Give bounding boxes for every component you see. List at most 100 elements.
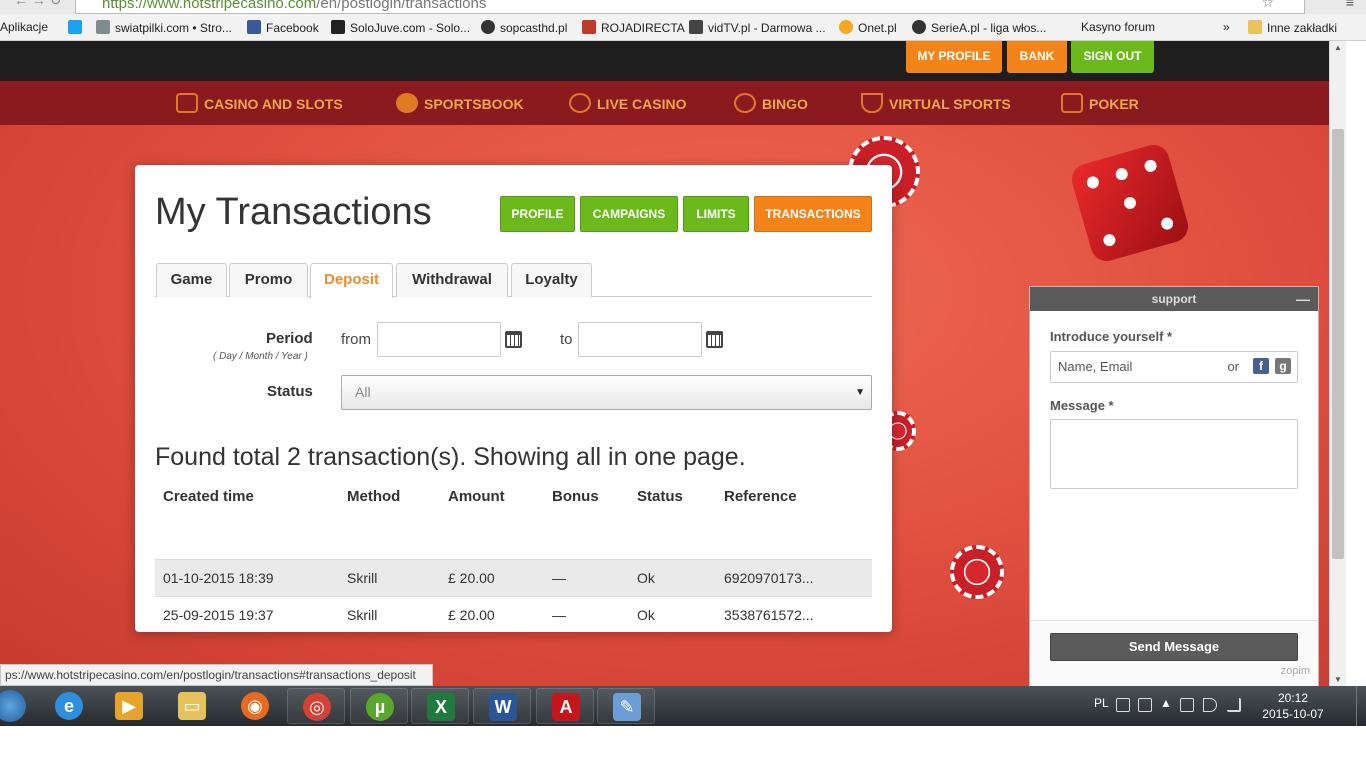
taskbar-word[interactable]: W [473,688,531,724]
from-date-input[interactable] [377,322,501,357]
limits-button[interactable]: LIMITS [683,196,749,232]
back-forward-icon[interactable]: ← → ↻ [14,0,62,9]
nav-live-casino[interactable]: LIVE CASINO [569,93,686,113]
slot-machine-icon [176,93,198,113]
taskbar-utorrent[interactable]: µ [350,688,408,724]
internet-explorer-icon: e [55,692,83,720]
soccer-ball-icon [912,20,926,34]
nav-sportsbook[interactable]: SPORTSBOOK [396,93,524,113]
scroll-down-icon[interactable]: ▼ [1334,675,1342,684]
bookmark-facebook[interactable]: Facebook [247,20,319,35]
from-calendar-icon[interactable] [505,331,522,348]
url-path: /en/postlogin/transactions [316,0,487,12]
taskbar-file-explorer[interactable]: ▭ [163,688,221,724]
bookmark-apps[interactable]: Aplikacje [0,20,48,34]
status-select-value: All [355,384,371,400]
bookmark-rojadirecta[interactable]: ROJADIRECTA [582,20,685,35]
period-label: Period [266,330,313,347]
cell-created-time: 01-10-2015 18:39 [163,570,274,586]
my-profile-button[interactable]: MY PROFILE [906,41,1002,73]
profile-button[interactable]: PROFILE [500,196,575,232]
tab-game[interactable]: Game [156,263,227,297]
show-desktop-button[interactable] [1356,686,1366,726]
cell-method: Skrill [347,607,378,623]
name-email-input[interactable]: Name, Email or f g [1050,351,1298,383]
tray-expand-icon[interactable]: ▲ [1160,696,1172,710]
tab-promo[interactable]: Promo [229,263,308,297]
address-bar[interactable]: https://www.hotstripecasino.com/en/postl… [75,0,1305,14]
taskbar-excel[interactable]: X [411,688,469,724]
browser-menu-icon[interactable]: ≡ [1346,0,1354,10]
bookmarks-overflow[interactable]: » [1223,20,1230,34]
bookmark-seriea[interactable]: SerieA.pl - liga włos... [912,20,1046,35]
found-summary: Found total 2 transaction(s). Showing al… [155,443,746,471]
facebook-icon[interactable]: f [1253,358,1269,374]
col-created-time: Created time [163,488,254,505]
cell-amount: £ 20.00 [448,607,495,623]
support-title: support [1151,292,1197,306]
status-select[interactable]: All ▼ [341,375,872,410]
taskbar-media-player[interactable]: ▶ [100,688,158,724]
facebook-icon [247,20,261,34]
site-icon [582,20,596,34]
battery-icon[interactable] [1180,698,1194,712]
campaigns-button[interactable]: CAMPAIGNS [580,196,678,232]
bookmarks-bar: Aplikacje swiatpilki.com • Stro... Faceb… [0,14,1366,41]
bookmark-star-icon[interactable]: ☆ [1261,0,1274,11]
bookmark-swiatpilki[interactable]: swiatpilki.com • Stro... [96,20,232,35]
to-date-input[interactable] [578,322,702,357]
volume-icon[interactable] [1203,698,1217,712]
taskbar-acrobat[interactable]: A [536,688,594,724]
nav-casino-and-slots[interactable]: CASINO AND SLOTS [176,93,343,113]
bookmark-vidtv[interactable]: vidTV.pl - Darmowa ... [689,20,826,35]
taskbar-chrome[interactable]: ◎ [287,688,345,724]
taskbar-notepad[interactable]: ✎ [597,688,655,724]
bookmark-onet[interactable]: Onet.pl [839,20,897,35]
cell-status: Ok [637,607,655,623]
taskbar-internet-explorer[interactable]: e [40,688,98,724]
cell-created-time: 25-09-2015 19:37 [163,607,274,623]
tv-icon [689,20,703,34]
language-indicator[interactable]: PL [1094,696,1109,710]
bank-button[interactable]: BANK [1007,41,1067,73]
tab-loyalty[interactable]: Loyalty [511,263,592,297]
introduce-label: Introduce yourself * [1050,329,1173,344]
to-label: to [560,331,573,348]
bookmark-twitter[interactable] [68,20,87,35]
sign-out-button[interactable]: SIGN OUT [1071,41,1154,73]
start-button[interactable] [0,690,26,722]
taskbar-firefox[interactable]: ◉ [226,688,284,724]
nav-virtual-sports[interactable]: VIRTUAL SPORTS [861,93,1011,113]
main-nav: CASINO AND SLOTS SPORTSBOOK LIVE CASINO … [0,81,1329,125]
support-header[interactable]: support — [1030,287,1318,311]
clock[interactable]: 20:12 2015-10-07 [1258,690,1328,722]
transactions-button[interactable]: TRANSACTIONS [754,196,872,232]
from-label: from [341,331,371,348]
tab-deposit[interactable]: Deposit [310,263,393,298]
bookmark-kasyno-forum[interactable]: Kasyno forum [1081,20,1155,34]
nav-bingo[interactable]: BINGO [734,93,808,113]
send-message-button[interactable]: Send Message [1050,633,1298,661]
page-scrollbar[interactable]: ▲ ▼ [1329,41,1346,686]
site-top-bar: MY PROFILE BANK SIGN OUT [0,41,1329,81]
scroll-up-icon[interactable]: ▲ [1334,43,1342,52]
network-adapter-icon[interactable] [1138,698,1152,712]
scrollbar-thumb[interactable] [1332,129,1344,559]
tab-withdrawal[interactable]: Withdrawal [396,263,508,297]
transaction-tabs: Game Promo Deposit Withdrawal Loyalty [155,263,872,298]
folder-icon: ▭ [178,692,206,720]
nav-poker[interactable]: POKER [1061,93,1139,113]
bookmark-sopcast[interactable]: sopcasthd.pl [481,20,567,35]
clock-date: 2015-10-07 [1262,707,1324,721]
message-textarea[interactable] [1050,419,1298,489]
zopim-logo: zopim [1280,665,1310,677]
media-player-icon: ▶ [115,692,143,720]
google-plus-icon[interactable]: g [1275,358,1291,374]
to-calendar-icon[interactable] [706,331,723,348]
bookmark-other[interactable]: Inne zakładki [1248,20,1337,35]
bookmark-solojuve[interactable]: SoloJuve.com - Solo... [331,20,470,35]
minimize-icon[interactable]: — [1296,287,1310,311]
signal-icon[interactable] [1227,698,1241,712]
trophy-icon [861,93,883,113]
keyboard-icon[interactable] [1116,698,1130,712]
